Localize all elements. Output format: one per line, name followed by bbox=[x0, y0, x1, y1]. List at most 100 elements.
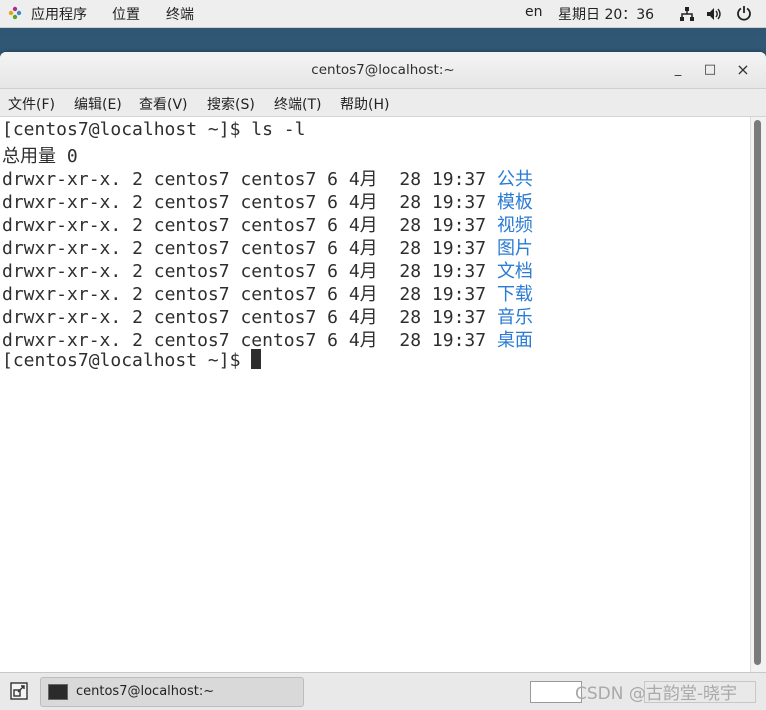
terminal-icon bbox=[48, 684, 68, 700]
clock[interactable]: 星期日 20：36 bbox=[558, 4, 654, 24]
command-line: [centos7@localhost ~]$ ls -l bbox=[2, 119, 305, 142]
row-day: 28 bbox=[399, 261, 422, 282]
row-links: 2 bbox=[132, 307, 143, 328]
row-day: 28 bbox=[399, 215, 422, 236]
directory-name: 视频 bbox=[496, 215, 533, 236]
row-links: 2 bbox=[132, 238, 143, 259]
listing-row: drwxr-xr-x. 2 centos7 centos7 6 4月 28 19… bbox=[2, 257, 533, 282]
total-line: 总用量 0 bbox=[2, 146, 78, 167]
row-perm: drwxr-xr-x. bbox=[2, 192, 122, 213]
row-time: 19:37 bbox=[431, 169, 487, 190]
menu-file[interactable]: 文件(F) bbox=[8, 94, 55, 114]
listing-row: drwxr-xr-x. 2 centos7 centos7 6 4月 28 19… bbox=[2, 326, 533, 351]
close-button[interactable]: × bbox=[733, 60, 753, 80]
window-titlebar[interactable]: centos7@localhost:~ _ □ × bbox=[0, 52, 766, 89]
row-attributes: drwxr-xr-x. 2 centos7 centos7 6 4月 28 19… bbox=[2, 192, 497, 213]
row-day: 28 bbox=[399, 307, 422, 328]
row-size: 6 bbox=[327, 238, 338, 259]
minimize-button[interactable]: _ bbox=[668, 60, 688, 80]
row-owner: centos7 bbox=[153, 307, 230, 328]
power-icon[interactable] bbox=[736, 5, 752, 21]
row-attributes: drwxr-xr-x. 2 centos7 centos7 6 4月 28 19… bbox=[2, 169, 497, 190]
row-month: 4月 bbox=[348, 330, 378, 351]
row-attributes: drwxr-xr-x. 2 centos7 centos7 6 4月 28 19… bbox=[2, 215, 497, 236]
row-owner: centos7 bbox=[153, 238, 230, 259]
input-language[interactable]: en bbox=[525, 4, 543, 20]
network-icon[interactable] bbox=[679, 6, 695, 22]
listing-row: drwxr-xr-x. 2 centos7 centos7 6 4月 28 19… bbox=[2, 165, 533, 190]
row-size: 6 bbox=[327, 307, 338, 328]
directory-name: 下载 bbox=[496, 284, 533, 305]
row-links: 2 bbox=[132, 215, 143, 236]
row-perm: drwxr-xr-x. bbox=[2, 215, 122, 236]
row-size: 6 bbox=[327, 330, 338, 351]
row-links: 2 bbox=[132, 169, 143, 190]
row-owner: centos7 bbox=[153, 330, 230, 351]
menu-help[interactable]: 帮助(H) bbox=[340, 94, 389, 114]
menu-view[interactable]: 查看(V) bbox=[139, 94, 188, 114]
text-cursor bbox=[251, 349, 262, 369]
row-time: 19:37 bbox=[431, 238, 487, 259]
listing-row: drwxr-xr-x. 2 centos7 centos7 6 4月 28 19… bbox=[2, 211, 533, 236]
row-size: 6 bbox=[327, 192, 338, 213]
row-owner: centos7 bbox=[153, 284, 230, 305]
scrollbar[interactable] bbox=[750, 117, 766, 672]
row-attributes: drwxr-xr-x. 2 centos7 centos7 6 4月 28 19… bbox=[2, 284, 497, 305]
command: ls -l bbox=[251, 119, 306, 140]
row-links: 2 bbox=[132, 284, 143, 305]
apps-icon[interactable] bbox=[8, 6, 22, 20]
row-month: 4月 bbox=[348, 284, 378, 305]
row-group: centos7 bbox=[240, 192, 317, 213]
menu-edit[interactable]: 编辑(E) bbox=[74, 94, 122, 114]
row-month: 4月 bbox=[348, 169, 378, 190]
row-day: 28 bbox=[399, 330, 422, 351]
volume-icon[interactable] bbox=[706, 6, 722, 22]
taskbar: centos7@localhost:~ CSDN @古韵堂-晓宇 bbox=[0, 672, 766, 710]
prompt-line: [centos7@localhost ~]$ bbox=[2, 349, 262, 372]
menu-search[interactable]: 搜索(S) bbox=[207, 94, 255, 114]
show-desktop-icon[interactable] bbox=[9, 681, 29, 701]
scrollbar-thumb[interactable] bbox=[754, 120, 761, 665]
terminal-output[interactable]: [centos7@localhost ~]$ ls -l 总用量 0 drwxr… bbox=[0, 117, 750, 672]
applications-menu[interactable]: 应用程序 bbox=[31, 4, 87, 24]
row-month: 4月 bbox=[348, 261, 378, 282]
listing-row: drwxr-xr-x. 2 centos7 centos7 6 4月 28 19… bbox=[2, 303, 533, 328]
listing-row: drwxr-xr-x. 2 centos7 centos7 6 4月 28 19… bbox=[2, 234, 533, 259]
row-group: centos7 bbox=[240, 215, 317, 236]
taskbar-item-terminal[interactable]: centos7@localhost:~ bbox=[40, 677, 304, 707]
row-attributes: drwxr-xr-x. 2 centos7 centos7 6 4月 28 19… bbox=[2, 238, 497, 259]
row-time: 19:37 bbox=[431, 215, 487, 236]
row-day: 28 bbox=[399, 238, 422, 259]
row-group: centos7 bbox=[240, 238, 317, 259]
places-menu[interactable]: 位置 bbox=[112, 4, 140, 24]
menu-terminal[interactable]: 终端(T) bbox=[274, 94, 321, 114]
directory-name: 公共 bbox=[496, 169, 533, 190]
row-day: 28 bbox=[399, 192, 422, 213]
row-day: 28 bbox=[399, 284, 422, 305]
row-attributes: drwxr-xr-x. 2 centos7 centos7 6 4月 28 19… bbox=[2, 307, 497, 328]
row-month: 4月 bbox=[348, 215, 378, 236]
row-time: 19:37 bbox=[431, 284, 487, 305]
directory-name: 桌面 bbox=[496, 330, 533, 351]
window-title: centos7@localhost:~ bbox=[311, 62, 455, 78]
directory-name: 模板 bbox=[496, 192, 533, 213]
row-group: centos7 bbox=[240, 169, 317, 190]
row-month: 4月 bbox=[348, 238, 378, 259]
row-perm: drwxr-xr-x. bbox=[2, 307, 122, 328]
row-links: 2 bbox=[132, 261, 143, 282]
row-time: 19:37 bbox=[431, 307, 487, 328]
row-group: centos7 bbox=[240, 330, 317, 351]
row-owner: centos7 bbox=[153, 169, 230, 190]
maximize-button[interactable]: □ bbox=[700, 60, 720, 80]
listing-row: drwxr-xr-x. 2 centos7 centos7 6 4月 28 19… bbox=[2, 280, 533, 305]
directory-name: 文档 bbox=[496, 261, 533, 282]
prompt: [centos7@localhost ~]$ bbox=[2, 350, 252, 371]
watermark: CSDN @古韵堂-晓宇 bbox=[575, 684, 738, 704]
directory-name: 音乐 bbox=[496, 307, 533, 328]
row-time: 19:37 bbox=[431, 330, 487, 351]
listing-row: drwxr-xr-x. 2 centos7 centos7 6 4月 28 19… bbox=[2, 188, 533, 213]
terminal-app-menu[interactable]: 终端 bbox=[166, 4, 194, 24]
row-size: 6 bbox=[327, 169, 338, 190]
row-group: centos7 bbox=[240, 261, 317, 282]
row-size: 6 bbox=[327, 215, 338, 236]
